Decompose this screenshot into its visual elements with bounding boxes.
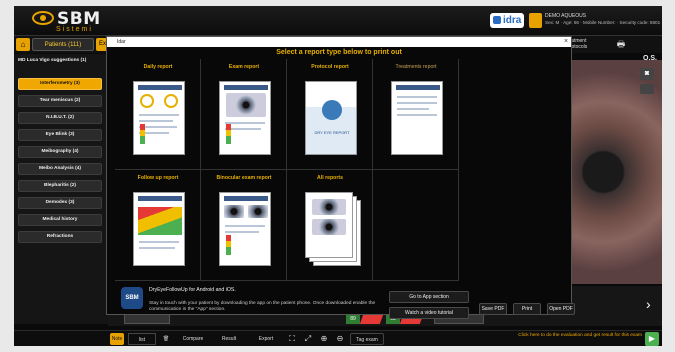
next-arrow-icon[interactable]: › — [646, 296, 651, 312]
save-pdf-button[interactable]: Save PDF — [479, 303, 507, 315]
eye-image-icon — [224, 205, 244, 218]
app-window: SBM Sistemi idra DEMO AQUEOUS Sex: M · A… — [14, 6, 662, 346]
trash-icon[interactable]: 🗑 — [160, 333, 172, 345]
tab-treatment-protocols[interactable]: ...atment protocols — [567, 38, 607, 51]
result-button[interactable]: Result — [214, 333, 244, 345]
gauge-icon — [140, 94, 154, 108]
all-reports-thumbnail — [305, 192, 353, 258]
bottom-toolbar: Note list 🗑 Compare Result Export ⛶ ⤢ ⊕ … — [14, 330, 662, 346]
sidebar-item-interferometry[interactable]: Interferometry (3) — [18, 78, 102, 90]
app-header: SBM Sistemi idra DEMO AQUEOUS Sex: M · A… — [14, 6, 662, 36]
user-avatar-icon[interactable] — [529, 13, 542, 28]
doc-header — [224, 85, 268, 90]
empty-cell — [373, 170, 459, 281]
video-tutorial-button[interactable]: Watch a video tutorial — [389, 307, 469, 319]
note-button[interactable]: Note — [110, 333, 124, 345]
fullscreen-icon[interactable]: ⛶ — [286, 333, 298, 345]
sbm-logo: SBM Sistemi — [32, 9, 112, 33]
zoom-in-icon[interactable]: ⊕ — [318, 333, 330, 345]
export-button[interactable]: Export — [250, 333, 282, 345]
sidebar-item-meibography[interactable]: Meibography (4) — [18, 146, 102, 158]
doc-header — [138, 196, 182, 201]
zoom-out-icon[interactable]: ⊖ — [334, 333, 346, 345]
doc-header — [396, 85, 440, 90]
trend-chart-icon — [138, 207, 182, 235]
sidebar-item-medical-history[interactable]: Medical history — [18, 214, 102, 226]
score-badge: 89 — [346, 314, 360, 324]
report-label: Follow up report — [137, 175, 179, 181]
report-type-grid: Daily report Exam report Protocol report… — [115, 59, 459, 281]
doc-caption: DRY EYE REPORT — [314, 130, 350, 135]
eye-logo-icon — [32, 11, 54, 25]
report-label: Binocular exam report — [216, 175, 272, 181]
protocol-badge-icon — [322, 100, 342, 120]
eye-image-icon — [226, 93, 266, 117]
sidebar-item-refractions[interactable]: Refractions — [18, 231, 102, 243]
report-label: All reports — [317, 175, 343, 181]
camera-icon[interactable]: ◙ — [640, 68, 654, 80]
dialog-title: Select a report type below to print out — [276, 49, 402, 56]
tag-exam-button[interactable]: Tag exam — [350, 333, 384, 345]
evaluation-link[interactable]: Click here to do the evaluation and get … — [514, 333, 642, 339]
toggle-view-button[interactable] — [640, 84, 654, 94]
sidebar-item-nibut[interactable]: N.I.B.U.T. (2) — [18, 112, 102, 124]
treatments-report-thumbnail — [391, 81, 443, 155]
go-to-app-section-button[interactable]: Go to App section — [389, 291, 469, 303]
patient-details: Sex: M · Age: 56 · Mobile Number: · Secu… — [545, 20, 661, 25]
compare-button[interactable]: Compare — [176, 333, 210, 345]
patient-name: DEMO AQUEOUS — [545, 13, 587, 19]
app-promo-title: DryEyeFollowUp for Android and iOS. — [149, 287, 236, 293]
report-label: Protocol report — [311, 64, 349, 70]
eye-image-icon — [248, 205, 268, 218]
report-option-daily[interactable]: Daily report — [115, 59, 201, 170]
open-pdf-button[interactable]: Open PDF — [547, 303, 575, 315]
report-label: Exam report — [228, 64, 260, 70]
binocular-report-thumbnail — [219, 192, 271, 266]
sidebar-item-tear-meniscus[interactable]: Tear meniscus (2) — [18, 95, 102, 107]
doc-header — [138, 85, 182, 90]
sidebar-item-eye-blink[interactable]: Eye Blink (3) — [18, 129, 102, 141]
expand-icon[interactable]: ⤢ — [302, 333, 314, 345]
sidebar-item-demodex[interactable]: Demodex (3) — [18, 197, 102, 209]
evaluate-go-icon[interactable]: ▶ — [645, 332, 659, 346]
report-option-binocular[interactable]: Binocular exam report — [201, 170, 287, 281]
print-report-dialog: Idar × Select a report type below to pri… — [106, 36, 575, 319]
exam-sidebar: MD Luca Vigo suggestions (1) Interferome… — [14, 54, 108, 324]
list-button[interactable]: list — [128, 333, 156, 345]
sidebar-title[interactable]: MD Luca Vigo suggestions (1) — [18, 58, 86, 63]
report-label: Daily report — [143, 64, 173, 70]
report-option-all[interactable]: All reports — [287, 170, 373, 281]
home-button[interactable]: ⌂ — [16, 38, 30, 51]
logo-subtext: Sistemi — [56, 26, 93, 33]
exam-report-thumbnail — [219, 81, 271, 155]
sidebar-item-blepharitis[interactable]: Blepharitis (2) — [18, 180, 102, 192]
report-search-input[interactable]: Idar — [107, 37, 571, 47]
report-option-protocol[interactable]: Protocol report DRY EYE REPORT — [287, 59, 373, 170]
dryeye-app-logo: SBM — [121, 287, 143, 309]
app-promo-text: Stay in touch with your patient by downl… — [149, 301, 376, 312]
tab-patients[interactable]: Patients (111) — [32, 38, 94, 51]
print-button[interactable]: Print — [513, 303, 541, 315]
follow-up-report-thumbnail — [133, 192, 185, 266]
report-option-treatments[interactable]: Treatments report — [373, 59, 459, 170]
report-option-exam[interactable]: Exam report — [201, 59, 287, 170]
idra-logo[interactable]: idra — [490, 13, 524, 28]
eye-side-label: O.S. — [643, 55, 658, 62]
sidebar-item-meibo-analysis[interactable]: Meibo Analysis (4) — [18, 163, 102, 175]
report-option-follow-up[interactable]: Follow up report — [115, 170, 201, 281]
close-icon[interactable]: × — [561, 37, 571, 47]
daily-report-thumbnail — [133, 81, 185, 155]
protocol-report-thumbnail: DRY EYE REPORT — [305, 81, 357, 155]
print-icon[interactable]: 🖶 — [614, 38, 628, 51]
doc-header — [224, 196, 268, 201]
report-label: Treatments report — [395, 64, 437, 70]
gauge-icon — [164, 94, 178, 108]
